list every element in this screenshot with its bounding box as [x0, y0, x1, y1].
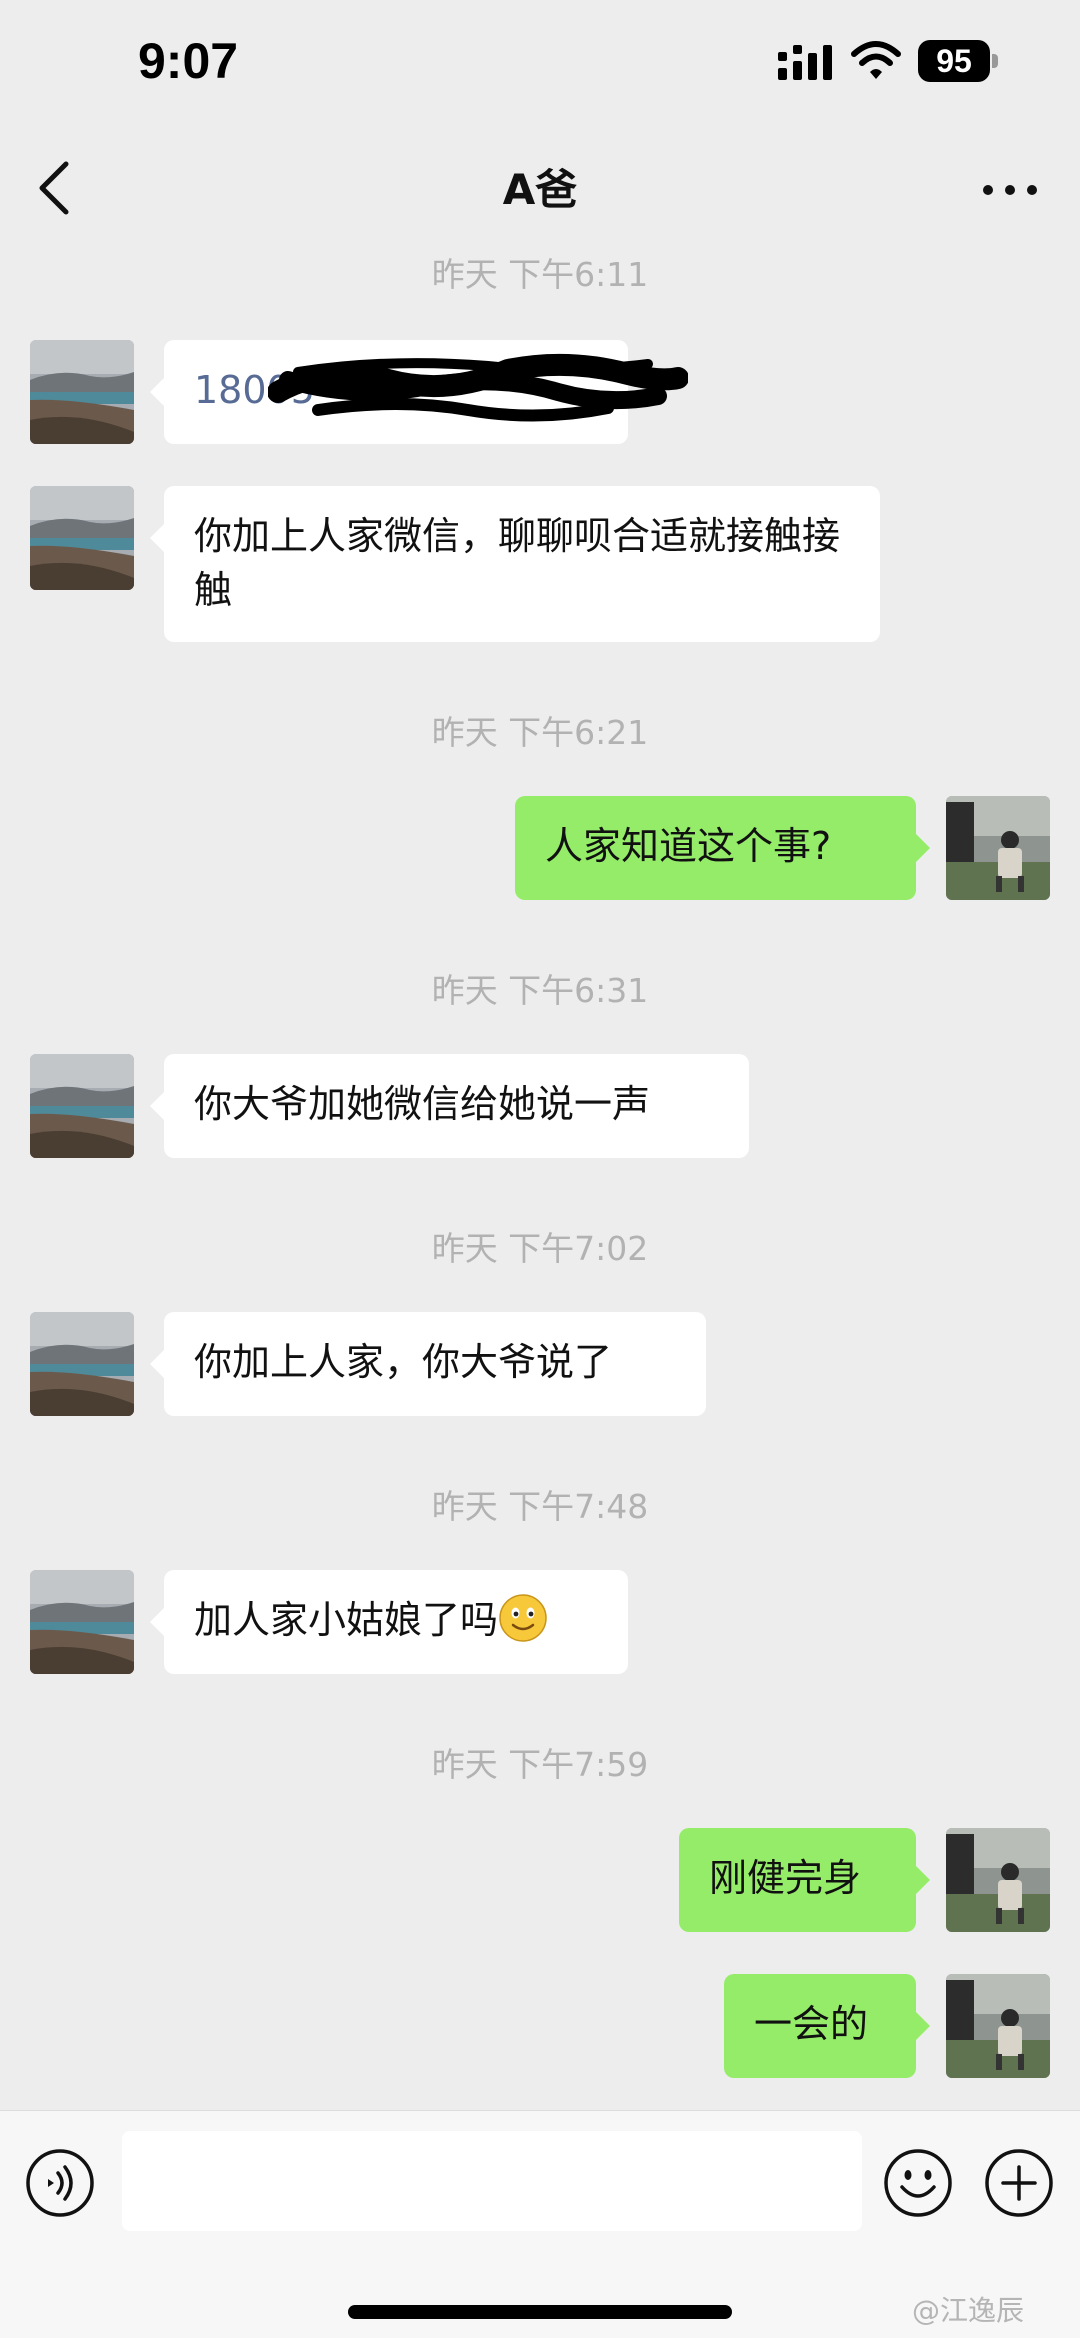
message-text: 加人家小姑娘了吗: [194, 1598, 499, 1642]
message-bubble[interactable]: 加人家小姑娘了吗: [150, 1570, 628, 1674]
contact-avatar[interactable]: [30, 1570, 134, 1674]
my-avatar[interactable]: [946, 1974, 1050, 2078]
chat-title: A爸: [502, 165, 578, 214]
battery-tip: [992, 54, 998, 68]
timestamp: 昨天 下午6:11: [431, 255, 649, 294]
contact-avatar[interactable]: [30, 1312, 134, 1416]
message-bubble[interactable]: 人家知道这个事?: [515, 796, 930, 900]
status-time: 9:07: [138, 33, 239, 89]
redaction-scribble: [268, 353, 688, 422]
watermark: @江逸辰: [912, 2294, 1025, 2327]
message-input[interactable]: [122, 2131, 862, 2231]
contact-avatar[interactable]: [30, 1054, 134, 1158]
timestamp: 昨天 下午6:31: [431, 971, 649, 1010]
home-indicator[interactable]: [348, 2305, 732, 2319]
add-icon[interactable]: [983, 2147, 1055, 2219]
message-bubble[interactable]: 一会的: [724, 1974, 930, 2078]
message-bubble[interactable]: 你加上人家微信，聊聊呗合适就接触接触: [150, 486, 880, 642]
back-arrow-icon[interactable]: [22, 148, 92, 228]
voice-icon[interactable]: [24, 2147, 96, 2219]
message-bubble[interactable]: 你大爷加她微信给她说一声: [150, 1054, 749, 1158]
timestamp: 昨天 下午7:02: [431, 1229, 649, 1268]
timestamp: 昨天 下午7:59: [431, 1745, 649, 1784]
input-bar: @江逸辰: [0, 2110, 1080, 2338]
my-avatar[interactable]: [946, 796, 1050, 900]
timestamp: 昨天 下午7:48: [431, 1487, 649, 1526]
battery-icon: 95: [918, 40, 990, 82]
contact-avatar[interactable]: [30, 340, 134, 444]
smile-emoji-icon: [499, 1594, 547, 1642]
timestamp: 昨天 下午6:21: [431, 713, 649, 752]
message-bubble[interactable]: 刚健完身: [679, 1828, 930, 1932]
cellular-signal-icon: [778, 45, 832, 80]
my-avatar[interactable]: [946, 1828, 1050, 1932]
emoji-icon[interactable]: [882, 2147, 954, 2219]
nav-bar: A爸: [0, 130, 1080, 250]
status-bar: 9:07 95: [0, 0, 1080, 130]
contact-avatar[interactable]: [30, 486, 134, 590]
more-options-icon[interactable]: [976, 160, 1044, 220]
message-bubble[interactable]: 你加上人家，你大爷说了: [150, 1312, 706, 1416]
wifi-icon: [851, 41, 901, 79]
